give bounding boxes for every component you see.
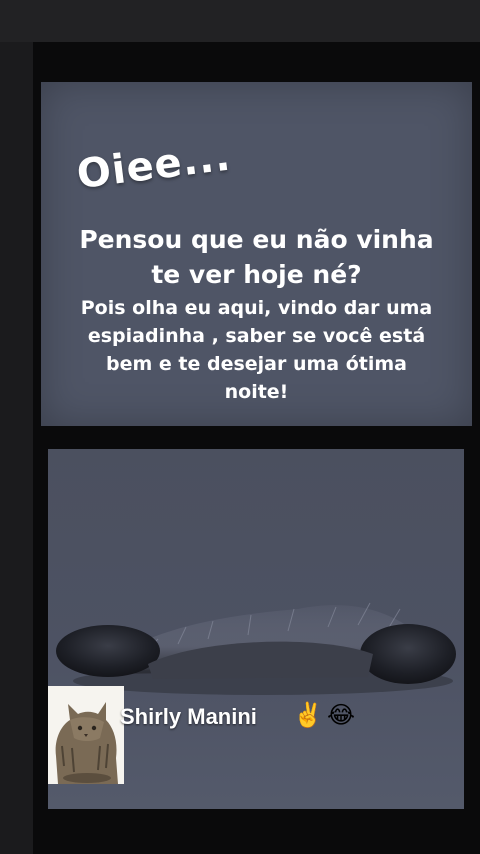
headline-text: Pensou que eu não vinha te ver hoje né? [41,222,472,292]
cat-sticker-icon [48,686,124,784]
body-line: espiadinha , saber se você está [87,325,426,347]
body-line: noite! [224,381,289,403]
top-bar [0,0,480,42]
body-line: bem e te desejar uma ótima [105,353,407,375]
victory-hand-icon: ✌️ [293,701,323,729]
headline-line: Pensou que eu não vinha [79,225,434,254]
body-line: Pois olha eu aqui, vindo dar uma [80,297,433,319]
signature-name: Shirly Manini [120,704,257,729]
headline-line: te ver hoje né? [151,260,362,289]
body-text: Pois olha eu aqui, vindo dar uma espiadi… [41,294,472,406]
laughing-face-icon: 😂 [327,701,356,729]
